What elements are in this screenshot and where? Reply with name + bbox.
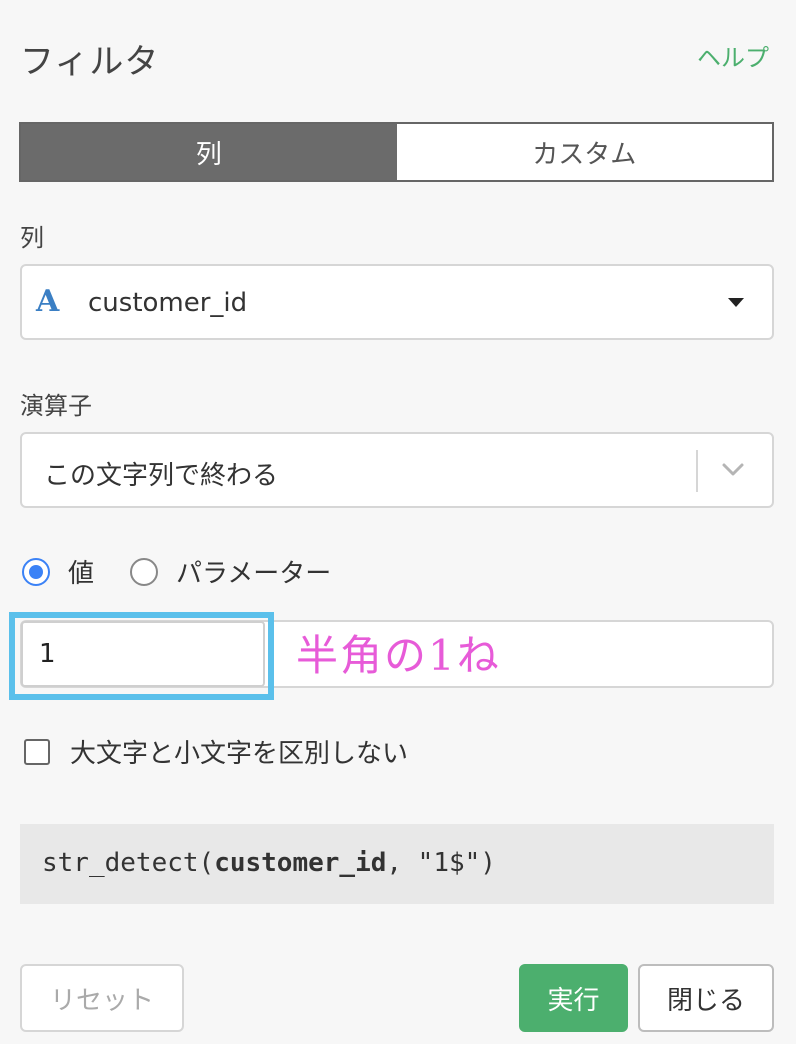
column-label: 列 [20, 224, 44, 252]
parameter-radio-button[interactable] [130, 557, 159, 586]
radio-option-parameter[interactable]: パラメーター [130, 553, 331, 590]
operator-label: 演算子 [20, 392, 92, 420]
close-button[interactable]: 閉じる [638, 964, 774, 1032]
value-input[interactable]: 1 [21, 621, 265, 687]
mode-tabs: 列 カスタム [19, 122, 774, 182]
column-select-value: customer_id [88, 288, 248, 318]
chevron-down-icon[interactable] [720, 456, 746, 482]
value-radio-button[interactable] [22, 557, 50, 586]
character-type-icon: A [36, 284, 60, 319]
value-mode-radio-group: 値 パラメーター [22, 553, 331, 590]
tab-column[interactable]: 列 [21, 124, 397, 180]
case-insensitive-option[interactable]: 大文字と小文字を区別しない [24, 733, 408, 770]
reset-button[interactable]: リセット [20, 964, 184, 1032]
dialog-title: フィルタ [20, 42, 160, 82]
run-button[interactable]: 実行 [519, 964, 628, 1032]
operator-select[interactable]: この文字列で終わる [20, 432, 774, 508]
case-insensitive-label: 大文字と小文字を区別しない [70, 739, 409, 769]
annotation-text: 半角の1ね [296, 631, 501, 680]
code-function: str_detect( [42, 848, 215, 878]
value-radio-label: 値 [68, 559, 95, 589]
code-column: customer_id [214, 848, 387, 878]
tab-custom[interactable]: カスタム [396, 124, 772, 180]
radio-option-value[interactable]: 値 [22, 553, 94, 590]
column-select[interactable]: A customer_id [20, 264, 774, 340]
case-insensitive-checkbox[interactable] [24, 738, 50, 765]
help-link[interactable]: ヘルプ [697, 38, 769, 73]
caret-down-icon [728, 298, 744, 307]
operator-select-value: この文字列で終わる [44, 461, 279, 491]
select-divider [696, 450, 698, 492]
parameter-radio-label: パラメーター [176, 559, 332, 589]
code-rest: , "1$") [386, 848, 496, 878]
code-preview: str_detect(customer_id, "1$") [20, 824, 774, 904]
